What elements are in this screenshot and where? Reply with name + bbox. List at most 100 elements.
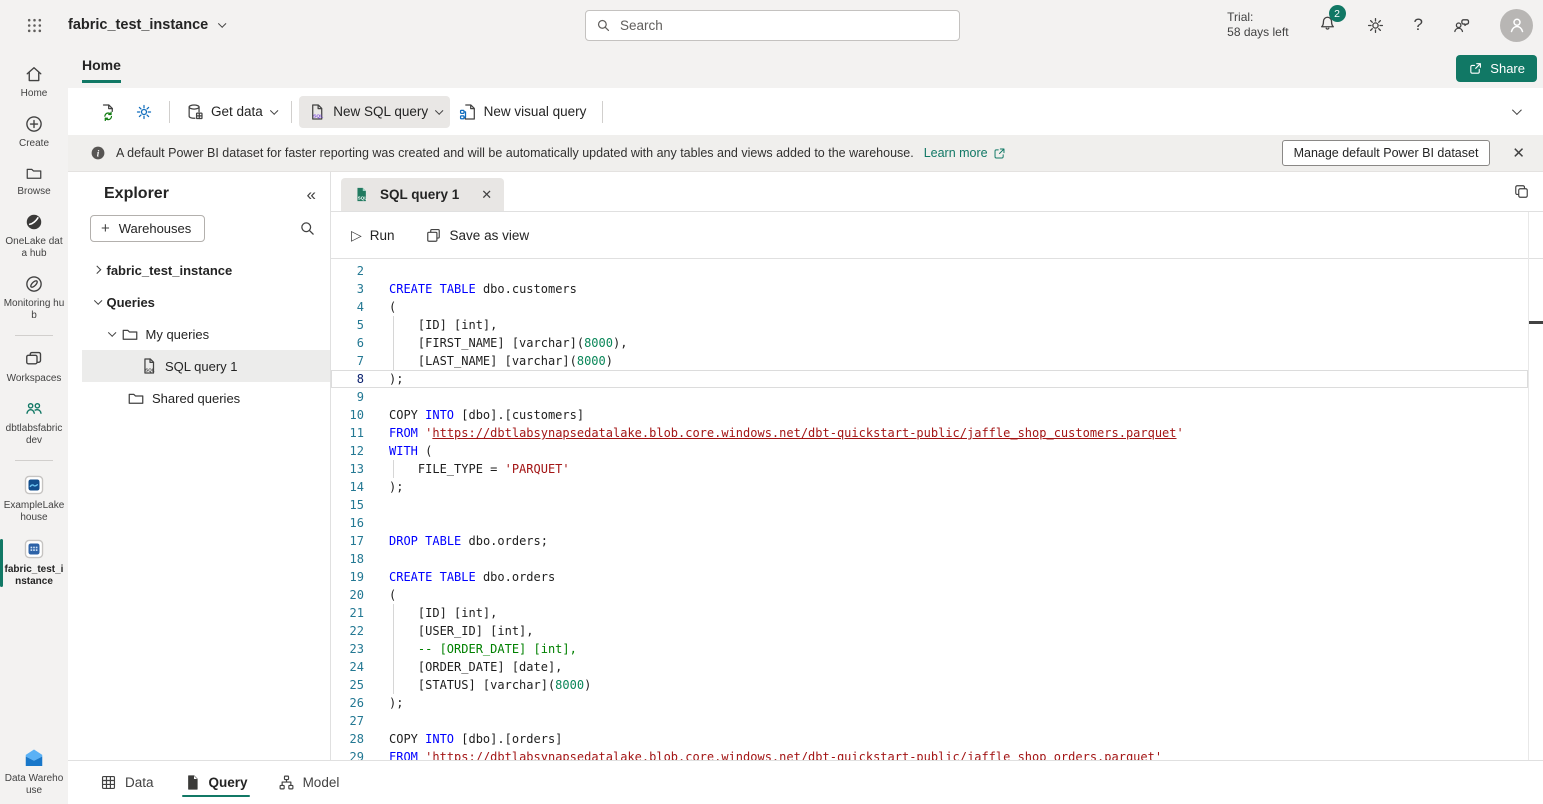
save-as-view-button[interactable]: Save as view: [425, 227, 530, 244]
code-line-24[interactable]: 24 [ORDER_DATE] [date],: [331, 658, 1528, 676]
code-line-20[interactable]: 20(: [331, 586, 1528, 604]
nav-item-data-warehouse[interactable]: Data Warehouse: [0, 740, 68, 804]
chevron-down-icon: [435, 106, 443, 114]
code-line-6[interactable]: 6 [FIRST_NAME] [varchar](8000),: [331, 334, 1528, 352]
code-line-4[interactable]: 4(: [331, 298, 1528, 316]
app-launcher-button[interactable]: [0, 17, 68, 34]
avatar[interactable]: [1500, 9, 1533, 42]
collapse-panel-icon[interactable]: «: [307, 186, 316, 203]
tree-item-my-queries[interactable]: My queries: [82, 318, 330, 350]
scrollbar-position-mark: [1529, 321, 1543, 324]
search-input[interactable]: [620, 18, 949, 33]
new-visual-query-button[interactable]: New visual query: [450, 96, 596, 128]
tree-item-queries[interactable]: Queries: [82, 286, 330, 318]
code-line-17[interactable]: 17DROP TABLE dbo.orders;: [331, 532, 1528, 550]
run-button[interactable]: ▷ Run: [351, 227, 395, 244]
help-button[interactable]: ?: [1414, 15, 1423, 35]
code-line-25[interactable]: 25 [STATUS] [varchar](8000): [331, 676, 1528, 694]
code-line-13[interactable]: 13 FILE_TYPE = 'PARQUET': [331, 460, 1528, 478]
svg-text:SQL: SQL: [313, 113, 323, 119]
view-tab-query[interactable]: Query: [184, 761, 248, 804]
settings-gear-icon[interactable]: [1366, 16, 1385, 35]
get-data-button[interactable]: Get data: [177, 96, 284, 128]
code-line-8[interactable]: 8);: [331, 370, 1528, 388]
new-sql-query-button[interactable]: SQL New SQL query: [299, 96, 449, 128]
line-number: 21: [331, 604, 364, 622]
line-number: 26: [331, 694, 364, 712]
grid-launcher-icon: [26, 17, 43, 34]
tab-close-icon[interactable]: ✕: [481, 187, 492, 203]
nav-item-create[interactable]: Create: [0, 107, 68, 157]
manage-dataset-button[interactable]: Manage default Power BI dataset: [1282, 140, 1491, 166]
line-number: 29: [331, 748, 364, 760]
editor-scrollbar-track[interactable]: [1528, 212, 1529, 760]
sql-document-icon: SQL: [308, 103, 326, 121]
tree-item-shared-queries[interactable]: Shared queries: [82, 382, 330, 414]
learn-more-link[interactable]: Learn more: [924, 146, 1006, 160]
view-tab-model[interactable]: Model: [278, 761, 340, 804]
query-tab-strip: SQL SQL query 1 ✕: [331, 172, 1543, 212]
model-icon: [278, 774, 295, 791]
code-line-10[interactable]: 10COPY INTO [dbo].[customers]: [331, 406, 1528, 424]
code-line-26[interactable]: 26);: [331, 694, 1528, 712]
nav-item-dbtlabsfabricdev[interactable]: dbtlabsfabricdev: [0, 392, 68, 454]
code-line-7[interactable]: 7 [LAST_NAME] [varchar](8000): [331, 352, 1528, 370]
code-line-9[interactable]: 9: [331, 388, 1528, 406]
workspaces-icon: [24, 349, 44, 369]
share-button[interactable]: Share: [1456, 55, 1537, 82]
code-line-14[interactable]: 14);: [331, 478, 1528, 496]
blue-gear-icon: [135, 103, 153, 121]
workspace-switcher[interactable]: fabric_test_instance: [68, 17, 224, 33]
code-line-16[interactable]: 16: [331, 514, 1528, 532]
tree-item-fabric-test-instance[interactable]: fabric_test_instance: [82, 254, 330, 286]
tab-sql-query-1[interactable]: SQL SQL query 1 ✕: [341, 178, 504, 211]
nav-item-browse[interactable]: Browse: [0, 157, 68, 205]
tree-item-sql-query-1[interactable]: SQLSQL query 1: [82, 350, 330, 382]
explorer-tree: fabric_test_instanceQueries My queries SQL…: [82, 254, 330, 414]
search-box[interactable]: [585, 10, 960, 41]
code-line-12[interactable]: 12WITH (: [331, 442, 1528, 460]
view-tab-label: Data: [125, 775, 154, 790]
line-number: 23: [331, 640, 364, 658]
add-warehouses-button[interactable]: + Warehouses: [90, 215, 205, 242]
nav-item-fabric-test-instance[interactable]: fabric_test_instance: [0, 531, 68, 595]
code-editor[interactable]: 23CREATE TABLE dbo.customers4(5 [ID] [in…: [331, 259, 1528, 760]
tab-home[interactable]: Home: [82, 57, 121, 83]
copy-icon[interactable]: [1513, 183, 1530, 200]
code-line-29[interactable]: 29FROM 'https://dbtlabsynapsedatalake.bl…: [331, 748, 1528, 760]
code-line-23[interactable]: 23 -- [ORDER_DATE] [int],: [331, 640, 1528, 658]
settings-button[interactable]: [126, 96, 162, 128]
view-tab-data[interactable]: Data: [100, 761, 154, 804]
refresh-button[interactable]: [90, 96, 126, 128]
ribbon-expand-chevron-icon[interactable]: [1512, 105, 1522, 115]
nav-item-workspaces[interactable]: Workspaces: [0, 342, 68, 392]
view-tab-label: Model: [303, 775, 340, 790]
code-line-11[interactable]: 11FROM 'https://dbtlabsynapsedatalake.bl…: [331, 424, 1528, 442]
line-number: 11: [331, 424, 364, 442]
code-line-15[interactable]: 15: [331, 496, 1528, 514]
code-line-27[interactable]: 27: [331, 712, 1528, 730]
code-line-19[interactable]: 19CREATE TABLE dbo.orders: [331, 568, 1528, 586]
svg-text:SQL: SQL: [145, 368, 155, 373]
code-line-22[interactable]: 22 [USER_ID] [int],: [331, 622, 1528, 640]
explorer-search-icon[interactable]: [299, 220, 316, 237]
code-line-3[interactable]: 3CREATE TABLE dbo.customers: [331, 280, 1528, 298]
nav-item-home[interactable]: Home: [0, 57, 68, 107]
nav-item-examplelakehouse[interactable]: ExampleLakehouse: [0, 467, 68, 531]
nav-item-label: Workspaces: [7, 373, 62, 385]
tree-item-label: My queries: [146, 327, 210, 342]
line-number: 3: [331, 280, 364, 298]
code-line-2[interactable]: 2: [331, 262, 1528, 280]
code-line-21[interactable]: 21 [ID] [int],: [331, 604, 1528, 622]
code-line-28[interactable]: 28COPY INTO [dbo].[orders]: [331, 730, 1528, 748]
folder-icon: [25, 164, 43, 182]
notifications-button[interactable]: 2: [1318, 13, 1337, 37]
nav-item-label: Create: [19, 138, 49, 150]
feedback-icon[interactable]: [1452, 16, 1471, 35]
nav-item-onelake-data-hub[interactable]: OneLake data hub: [0, 205, 68, 267]
code-line-5[interactable]: 5 [ID] [int],: [331, 316, 1528, 334]
view-switcher-bar: Data Query Model: [68, 760, 1543, 804]
nav-item-monitoring-hub[interactable]: Monitoring hub: [0, 267, 68, 329]
code-line-18[interactable]: 18: [331, 550, 1528, 568]
banner-close-icon[interactable]: ✕: [1512, 144, 1525, 162]
